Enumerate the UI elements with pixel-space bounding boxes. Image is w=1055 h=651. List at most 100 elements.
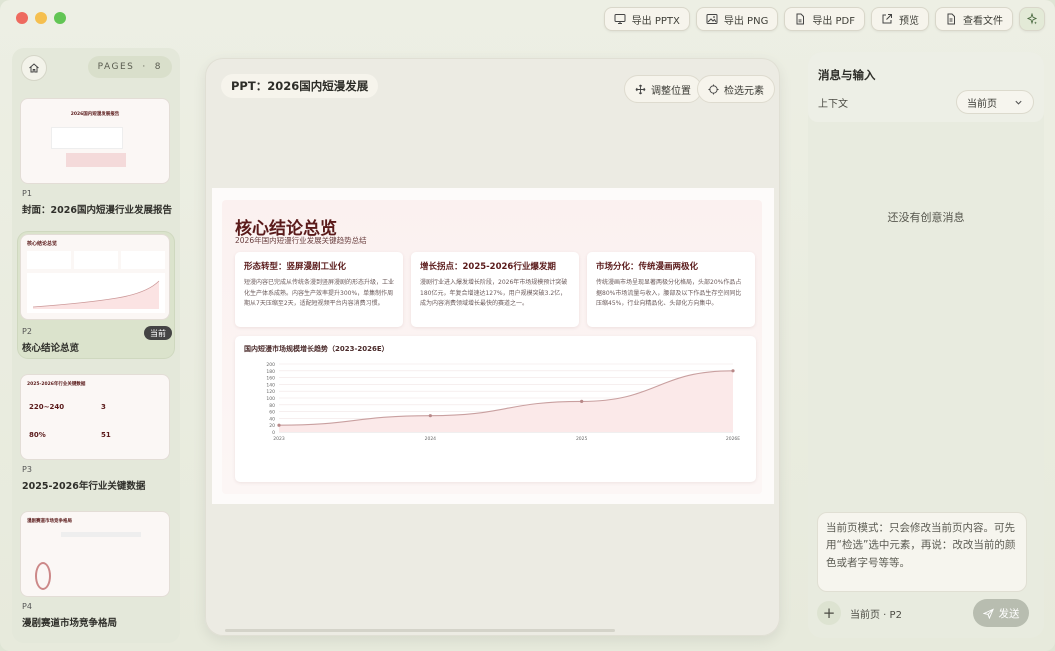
page-thumbnail-p1[interactable]: 2026国内短漫发展报告 P1 封面：2026国内短漫行业发展报告 [18,96,174,220]
page-title: 2025-2026年行业关键数据 [22,481,146,492]
card-body: 漫剧行业进入爆发增长阶段，2026年市场规模预计突破180亿元，年复合增速达12… [420,279,568,307]
thumbnail-preview: 核心结论总览 [20,234,170,320]
x-tick-label: 2026E [726,436,740,442]
x-tick-label: 2025 [576,436,588,442]
adjust-position-button[interactable]: 调整位置 [624,75,702,103]
export-png-button[interactable]: 导出 PNG [695,7,779,31]
move-icon [635,84,646,94]
minimize-window-button[interactable] [35,12,47,24]
chevron-down-icon [1015,100,1022,105]
data-point [731,369,735,373]
external-link-icon [882,14,892,24]
card-title: 市场分化：传统漫画两极化 [596,262,699,272]
export-pptx-button[interactable]: 导出 PPTX [603,7,690,31]
chart-container[interactable]: 国内短漫市场规模增长趋势（2023-2026E） 0 20 40 60 80 100 120… [235,336,756,482]
presentation-title: PPT：2026国内短漫发展 [221,74,379,98]
y-tick-label: 60 [269,410,275,416]
page-thumbnail-p4[interactable]: 漫剧赛道市场竞争格局 P4 漫剧赛道市场竞争格局 [18,509,174,633]
y-tick-label: 180 [266,369,275,375]
zoom-window-button[interactable] [54,12,66,24]
slide-editor: PPT：2026国内短漫发展 调整位置 检选元素 核心结论总览 2026年国内短… [205,58,780,636]
file-icon [796,13,805,25]
preview-button[interactable]: 预览 [871,7,929,31]
panel-title: 消息与输入 [818,68,876,82]
message-input[interactable]: 当前页模式：只会修改当前页内容。可先用“检选”选中元素，再说：改改当前的颜色或者… [817,512,1027,592]
data-point [277,423,281,427]
card-body: 传统漫画市场呈现显著两极分化格局，头部20%作品占据80%市场流量与收入，腰部及… [596,279,742,307]
pages-label: PAGES [97,62,135,72]
page-number: P4 [22,602,32,611]
slide-canvas[interactable]: 核心结论总览 2026年国内短漫行业发展关键趋势总结 形态转型：竖屏漫剧工业化 … [212,188,774,504]
page-number: P1 [22,189,32,198]
thumbnail-block [66,153,126,167]
conclusion-card[interactable]: 形态转型：竖屏漫剧工业化 短漫内容已完成从传统条漫到竖屏漫剧的形态升级，工业化生… [235,252,403,327]
thumbnail-block [51,127,123,149]
thumbnail-preview: 2026国内短漫发展报告 [20,98,170,184]
home-button[interactable] [21,55,47,81]
page-title: 核心结论总览 [22,343,80,354]
card-title: 形态转型：竖屏漫剧工业化 [244,262,347,272]
thumbnail-block [74,251,118,269]
title-bar: 导出 PPTX 导出 PNG 导出 PDF 预览 查看文件 [0,0,1055,38]
y-tick-label: 40 [269,416,275,422]
pages-panel: PAGES · 8 2026国内短漫发展报告 P1 封面：2026国内短漫行业发… [12,48,180,643]
plus-icon: + [822,604,836,622]
page-thumbnail-p2[interactable]: 核心结论总览 P2 当前 核心结论总览 [18,232,174,358]
conclusion-card[interactable]: 增长拐点：2025-2026行业爆发期 漫剧行业进入爆发增长阶段，2026年市场… [411,252,579,327]
y-tick-label: 160 [266,376,275,382]
slide-content: 核心结论总览 2026年国内短漫行业发展关键趋势总结 形态转型：竖屏漫剧工业化 … [222,200,762,494]
pick-element-label: 检选元素 [724,85,764,97]
send-label: 发送 [998,607,1020,620]
export-pdf-label: 导出 PDF [812,15,855,27]
current-page-status: 当前页 · P2 [850,610,902,621]
app-window: 导出 PPTX 导出 PNG 导出 PDF 预览 查看文件 PAGES · 8 … [0,0,1055,651]
context-value: 当前页 [967,98,997,110]
top-toolbar: 导出 PPTX 导出 PNG 导出 PDF 预览 查看文件 [603,7,1045,31]
thumbnail-preview: 2025-2026年行业关键数据 220~240 3 80% 51 [20,374,170,460]
empty-messages-text: 还没有创意消息 [887,211,965,224]
card-body: 短漫内容已完成从传统条漫到竖屏漫剧的形态升级，工业化生产体系成熟。内容生产效率提… [244,279,395,307]
message-panel: 消息与输入 上下文 当前页 还没有创意消息 当前页模式：只会修改当前页内容。可先… [808,52,1044,638]
add-attachment-button[interactable]: + [817,601,841,625]
horizontal-scrollbar[interactable] [225,629,615,632]
thumbnail-stat: 51 [101,431,111,439]
thumbnail-block [27,251,71,269]
series-area [279,370,733,432]
thumbnail-text: 2026国内短漫发展报告 [70,112,120,117]
y-tick-label: 200 [266,362,275,368]
sparkle-icon [1026,13,1038,25]
thumbnail-preview: 漫剧赛道市场竞争格局 [20,511,170,597]
slide-subtitle[interactable]: 2026年国内短漫行业发展关键趋势总结 [235,235,367,246]
card-title: 增长拐点：2025-2026行业爆发期 [420,262,556,272]
thumbnail-block [121,251,165,269]
pages-count: 8 [154,62,162,72]
y-tick-label: 80 [269,403,275,409]
x-tick-label: 2024 [425,436,437,442]
page-title: 漫剧赛道市场竞争格局 [22,618,118,629]
y-tick-label: 120 [266,389,275,395]
thumbnail-stat: 80% [29,431,46,439]
thumbnail-text: 漫剧赛道市场竞争格局 [27,519,72,524]
current-page-badge: 当前 [144,326,172,340]
export-pdf-button[interactable]: 导出 PDF [784,7,865,31]
send-button[interactable]: 发送 [973,599,1029,627]
pick-element-button[interactable]: 检选元素 [697,75,775,103]
page-number: P3 [22,465,32,474]
thumbnail-stat: 3 [101,403,106,411]
context-select[interactable]: 当前页 [956,90,1034,114]
line-chart: 020406080100120140160180200 2023 2024 2025 2… [266,362,740,442]
home-icon [29,63,39,73]
thumbnail-chart [32,280,160,309]
page-thumbnail-p3[interactable]: 2025-2026年行业关键数据 220~240 3 80% 51 P3 202… [18,372,174,496]
close-window-button[interactable] [16,12,28,24]
y-tick-label: 100 [266,396,275,402]
y-tick-label: 20 [269,423,275,429]
conclusion-card[interactable]: 市场分化：传统漫画两极化 传统漫画市场呈现显著两极分化格局，头部20%作品占据8… [587,252,755,327]
view-files-button[interactable]: 查看文件 [935,7,1013,31]
sparkle-button[interactable] [1019,7,1045,31]
pages-count-pill: PAGES · 8 [87,56,172,78]
monitor-icon [614,14,626,24]
thumbnail-ring [35,562,51,590]
thumbnail-text: 核心结论总览 [27,241,58,247]
export-png-label: 导出 PNG [723,15,769,27]
